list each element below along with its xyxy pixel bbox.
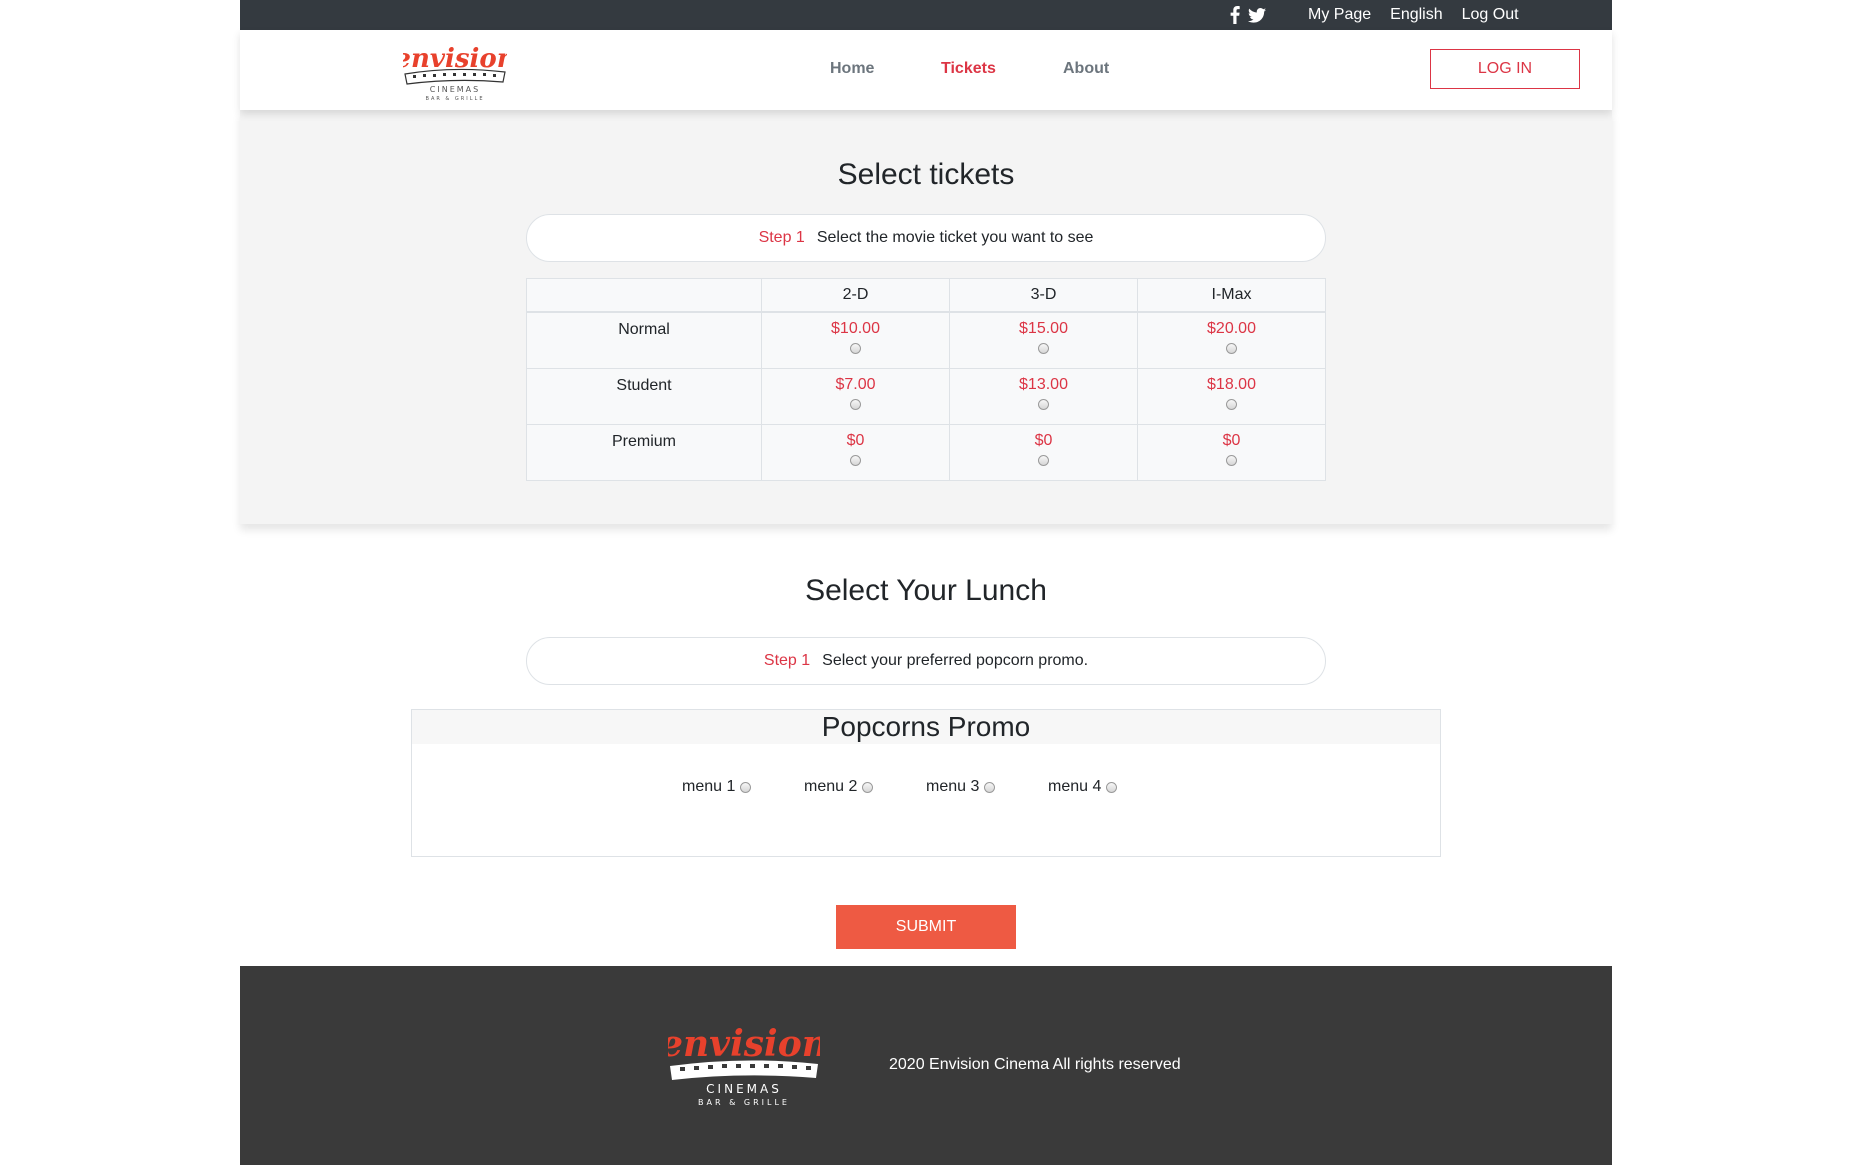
menu-option[interactable]: menu 1 <box>682 778 752 796</box>
menu-label: menu 3 <box>926 778 980 795</box>
page-frame: My Page English Log Out envision CINEMAS… <box>240 0 1612 1165</box>
lunch-step-banner: Step 1 Select your preferred popcorn pro… <box>526 637 1326 685</box>
ticket-radio[interactable] <box>850 398 861 410</box>
facebook-icon[interactable] <box>1230 6 1240 24</box>
menu-label: menu 4 <box>1048 778 1102 795</box>
tickets-section: Select tickets Step 1 Select the movie t… <box>240 110 1612 524</box>
twitter-icon[interactable] <box>1248 7 1266 23</box>
menu-radio[interactable] <box>1106 781 1118 793</box>
submit-button[interactable]: SUBMIT <box>836 905 1016 949</box>
ticket-radio[interactable] <box>850 454 861 466</box>
ticket-radio[interactable] <box>850 343 861 354</box>
row-label: Premium <box>526 423 762 481</box>
my-page-link[interactable]: My Page <box>1308 6 1371 24</box>
menu-option[interactable]: menu 3 <box>926 778 996 796</box>
price-value: $7.00 <box>835 375 876 393</box>
row-label: Student <box>526 367 762 425</box>
ticket-radio[interactable] <box>1226 454 1237 466</box>
ticket-radio[interactable] <box>1226 398 1237 410</box>
menu-label: menu 2 <box>804 778 858 795</box>
ticket-radio[interactable] <box>1038 343 1049 354</box>
copyright-text: 2020 Envision Cinema All rights reserved <box>889 1056 1181 1073</box>
step-text: Select the movie ticket you want to see <box>816 229 1094 246</box>
popcorn-promo-title: Popcorns Promo <box>412 710 1440 744</box>
step-label: Step 1 <box>763 652 811 669</box>
price-value: $18.00 <box>1207 375 1256 393</box>
column-header: 2-D <box>761 278 950 313</box>
price-value: $15.00 <box>1019 320 1068 337</box>
step-text: Select your preferred popcorn promo. <box>822 652 1089 669</box>
language-link[interactable]: English <box>1390 6 1442 24</box>
menu-option[interactable]: menu 4 <box>1048 778 1118 796</box>
price-cell: $0 <box>1137 423 1326 481</box>
nav-about[interactable]: About <box>1063 60 1109 78</box>
table-header-row: 2-D 3-D I-Max <box>526 278 1326 313</box>
tickets-step-banner: Step 1 Select the movie ticket you want … <box>526 214 1326 262</box>
ticket-radio[interactable] <box>1038 454 1049 466</box>
tickets-title: Select tickets <box>837 158 1015 191</box>
ticket-radio[interactable] <box>1226 343 1237 354</box>
account-links: My Page English Log Out <box>1308 6 1519 24</box>
nav-tickets[interactable]: Tickets <box>941 60 996 78</box>
ticket-price-table: 2-D 3-D I-Max Normal $10.00 $15.00 $20.0… <box>526 278 1326 481</box>
price-cell: $15.00 <box>949 311 1138 369</box>
price-value: $0 <box>846 431 865 449</box>
price-cell: $18.00 <box>1137 367 1326 425</box>
nav-home[interactable]: Home <box>830 60 874 78</box>
footer: envision CINEMAS BAR & GRILLE 2020 Envis… <box>240 966 1612 1165</box>
price-cell: $7.00 <box>761 367 950 425</box>
table-row: Premium $0 $0 $0 <box>526 423 1326 481</box>
row-label: Normal <box>526 311 762 369</box>
ticket-radio[interactable] <box>1038 398 1049 410</box>
price-value: $13.00 <box>1019 375 1068 393</box>
price-cell: $10.00 <box>761 311 950 369</box>
menu-option[interactable]: menu 2 <box>804 778 874 796</box>
price-value: $0 <box>1034 431 1053 449</box>
logo-subtitle: CINEMAS <box>430 85 480 94</box>
price-cell: $13.00 <box>949 367 1138 425</box>
step-label: Step 1 <box>758 229 805 246</box>
price-cell: $0 <box>949 423 1138 481</box>
footer-logo-tagline: BAR & GRILLE <box>698 1098 790 1107</box>
main-navbar: envision CINEMAS BAR & GRILLE Home Ticke… <box>240 30 1612 110</box>
price-cell: $0 <box>761 423 950 481</box>
menu-label: menu 1 <box>682 778 736 795</box>
footer-logo-subtitle: CINEMAS <box>706 1082 782 1096</box>
price-value: $10.00 <box>831 320 880 337</box>
menu-radio[interactable] <box>740 781 752 793</box>
price-value: $20.00 <box>1207 320 1256 337</box>
column-header <box>526 278 762 313</box>
footer-envision-logo: envision CINEMAS BAR & GRILLE <box>668 1023 820 1107</box>
menu-radio[interactable] <box>862 781 874 793</box>
lunch-title: Select Your Lunch <box>805 574 1047 607</box>
logo-tagline: BAR & GRILLE <box>426 96 485 102</box>
menu-radio[interactable] <box>984 781 996 793</box>
popcorn-promo-panel: Popcorns Promo menu 1 menu 2 menu 3 menu… <box>411 709 1441 857</box>
column-header: I-Max <box>1137 278 1326 313</box>
table-row: Student $7.00 $13.00 $18.00 <box>526 367 1326 425</box>
login-button[interactable]: LOG IN <box>1430 49 1580 89</box>
table-row: Normal $10.00 $15.00 $20.00 <box>526 311 1326 369</box>
price-value: $0 <box>1222 431 1241 449</box>
top-bar: My Page English Log Out <box>240 0 1612 30</box>
social-links <box>1230 6 1266 24</box>
envision-logo[interactable]: envision CINEMAS BAR & GRILLE <box>403 40 507 102</box>
footer-logo-wordmark: envision <box>668 1023 820 1065</box>
price-cell: $20.00 <box>1137 311 1326 369</box>
column-header: 3-D <box>949 278 1138 313</box>
logout-link[interactable]: Log Out <box>1462 6 1519 24</box>
